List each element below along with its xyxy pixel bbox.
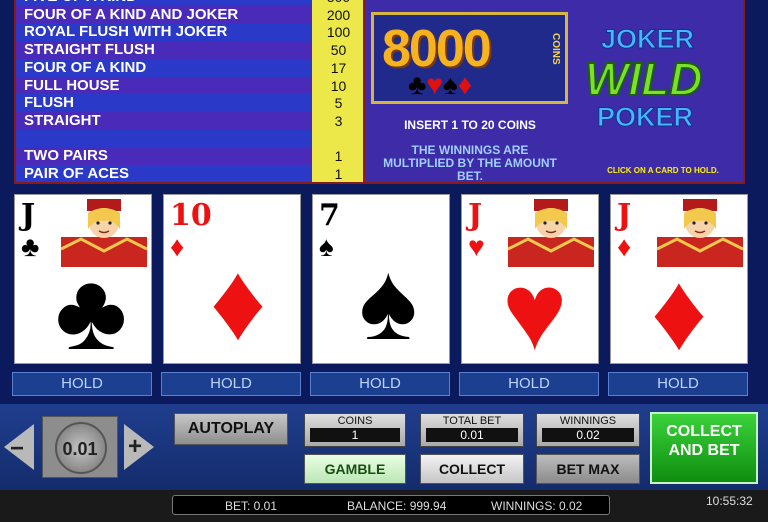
paytable-payout: 17 xyxy=(330,59,347,76)
logo-wild: WILD xyxy=(584,52,704,106)
card-suit-large-icon: ♣ xyxy=(55,250,128,373)
winnings-value: 0.02 xyxy=(542,428,634,442)
card-suit-small-icon: ♣ xyxy=(21,231,40,262)
suits-icon: ♣♥♠♦ xyxy=(408,69,473,100)
info-panel: 8000 COINS ♣♥♠♦ JOKER WILD POKER INSERT … xyxy=(365,0,745,184)
card-suit-large-icon: ♦ xyxy=(210,240,267,363)
paytable-hand: TWO PAIRS xyxy=(16,147,312,166)
paytable-payout: 200 xyxy=(326,6,351,23)
hold-button[interactable]: HOLD xyxy=(310,372,450,396)
collect-and-bet-button[interactable]: COLLECT AND BET xyxy=(650,412,758,484)
coins-display: COINS 1 xyxy=(304,413,406,447)
autoplay-button[interactable]: AUTOPLAY xyxy=(174,413,288,445)
jack-face-icon xyxy=(657,199,743,267)
paytable-row: PAIR OF ACES 1 xyxy=(16,165,363,182)
coin-value: 0.01 xyxy=(62,439,98,459)
card-rank: 7 xyxy=(319,198,340,233)
paytable-row: STRAIGHT 3 xyxy=(16,111,363,130)
jack-face-icon xyxy=(508,199,594,267)
logo-joker: JOKER xyxy=(600,24,695,55)
total-bet-label: TOTAL BET xyxy=(442,415,502,427)
paytable: FIVE OF A KIND500FOUR OF A KIND AND JOKE… xyxy=(14,0,365,184)
card-suit-small-icon: ♦ xyxy=(170,231,185,262)
status-winnings: WINNINGS: 0.02 xyxy=(491,499,583,513)
paytable-hand: FOUR OF A KIND AND JOKER xyxy=(16,5,312,24)
paytable-hand: ROYAL FLUSH WITH JOKER xyxy=(16,23,312,42)
minus-icon: − xyxy=(10,435,25,462)
playing-card[interactable]: 10 ♦ ♦ xyxy=(163,194,301,364)
paytable-row: FOUR OF A KIND AND JOKER 200 xyxy=(16,5,363,24)
paytable-row: FLUSH 5 xyxy=(16,94,363,113)
paytable-payout: 100 xyxy=(326,24,351,41)
hold-button[interactable]: HOLD xyxy=(12,372,152,396)
hold-hint-text: CLICK ON A CARD TO HOLD. xyxy=(607,166,719,175)
jackpot-unit: COINS xyxy=(550,33,561,65)
plus-icon: + xyxy=(128,433,143,460)
paytable-payout: 10 xyxy=(330,77,347,94)
insert-coins-text: INSERT 1 TO 20 COINS xyxy=(404,118,536,132)
paytable-payout: 3 xyxy=(334,112,343,129)
card-rank: J xyxy=(617,198,632,233)
coin-value-display: 0.01 xyxy=(42,416,118,478)
paytable-payout: 50 xyxy=(330,42,347,59)
coins-value: 1 xyxy=(310,428,400,442)
paytable-row xyxy=(16,129,363,148)
paytable-payout xyxy=(312,130,363,148)
status-bet: BET: 0.01 xyxy=(225,499,278,513)
hold-button[interactable]: HOLD xyxy=(459,372,599,396)
card-suit-large-icon: ♠ xyxy=(359,240,418,363)
paytable-hand: FLUSH xyxy=(16,94,312,113)
playing-card[interactable]: J ♣ ♣ xyxy=(14,194,152,373)
clock: 10:55:32 xyxy=(706,494,753,508)
collect-button[interactable]: COLLECT xyxy=(420,454,524,484)
paytable-hand: STRAIGHT FLUSH xyxy=(16,41,312,60)
paytable-row: FOUR OF A KIND 17 xyxy=(16,58,363,77)
hold-button[interactable]: HOLD xyxy=(608,372,748,396)
paytable-payout: 5 xyxy=(334,95,343,112)
card-suit-large-icon: ♥ xyxy=(502,250,568,373)
control-panel: − 0.01 + AUTOPLAY COINS 1 TOTAL BET 0.01… xyxy=(0,404,768,490)
logo-poker: POKER xyxy=(596,102,694,133)
gamble-button[interactable]: GAMBLE xyxy=(304,454,406,484)
card-suit-small-icon: ♥ xyxy=(468,231,485,262)
bet-max-button[interactable]: BET MAX xyxy=(536,454,640,484)
coins-label: COINS xyxy=(337,415,373,427)
playing-card[interactable]: J ♦ ♦ xyxy=(610,194,748,373)
paytable-row: TWO PAIRS 1 xyxy=(16,147,363,166)
card-rank: 10 xyxy=(170,198,212,233)
paytable-payout: 1 xyxy=(334,148,343,165)
total-bet-display: TOTAL BET 0.01 xyxy=(420,413,524,447)
paytable-hand xyxy=(16,129,312,148)
status-bar: BET: 0.01 BALANCE: 999.94 WINNINGS: 0.02 xyxy=(172,495,610,515)
card-rank: J xyxy=(21,198,36,233)
paytable-row: FULL HOUSE 10 xyxy=(16,76,363,95)
playing-card[interactable]: 7 ♠ ♠ xyxy=(312,194,450,364)
card-suit-small-icon: ♠ xyxy=(319,231,334,262)
status-balance: BALANCE: 999.94 xyxy=(347,499,447,513)
hold-button[interactable]: HOLD xyxy=(161,372,301,396)
multiplied-text: THE WINNINGS ARE MULTIPLIED BY THE AMOUN… xyxy=(383,143,557,183)
paytable-hand: FOUR OF A KIND xyxy=(16,58,312,77)
jack-face-icon xyxy=(61,199,147,267)
paytable-row: ROYAL FLUSH WITH JOKER 100 xyxy=(16,23,363,42)
total-bet-value: 0.01 xyxy=(426,428,518,442)
paytable-hand: FULL HOUSE xyxy=(16,76,312,95)
card-suit-small-icon: ♦ xyxy=(617,231,632,262)
paytable-hand: STRAIGHT xyxy=(16,111,312,130)
jackpot-box: 8000 COINS ♣♥♠♦ xyxy=(371,12,568,104)
card-suit-large-icon: ♦ xyxy=(651,250,708,373)
winnings-display: WINNINGS 0.02 xyxy=(536,413,640,447)
playing-card[interactable]: J ♥ ♥ xyxy=(461,194,599,373)
paytable-payout: 1 xyxy=(334,166,343,182)
winnings-label: WINNINGS xyxy=(559,415,617,427)
paytable-row: STRAIGHT FLUSH 50 xyxy=(16,41,363,60)
paytable-hand: PAIR OF ACES xyxy=(16,165,312,182)
card-rank: J xyxy=(468,198,483,233)
